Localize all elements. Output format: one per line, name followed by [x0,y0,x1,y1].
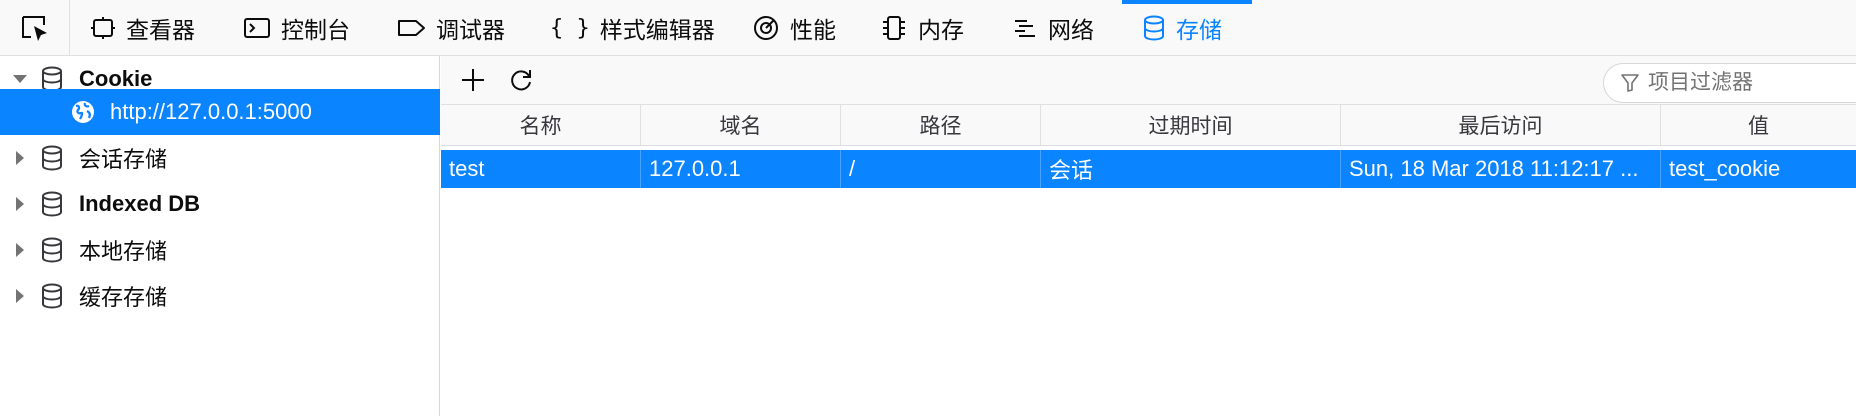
sidebar-item-label: http://127.0.0.1:5000 [110,99,312,124]
tab-style-editor[interactable]: { } 样式编辑器 [550,0,715,56]
column-header-value[interactable]: 值 [1661,105,1856,145]
cell-last-accessed[interactable]: Sun, 18 Mar 2018 11:12:17 ... [1341,150,1661,188]
tab-performance[interactable]: 性能 [752,0,836,56]
tab-inspector[interactable]: 查看器 [90,0,195,56]
sidebar-item-indexed-db[interactable]: Indexed DB [0,181,440,227]
filter-box[interactable] [1603,63,1856,103]
add-item-button[interactable] [455,56,491,104]
tab-label: 调试器 [436,17,505,43]
sidebar-item-origin[interactable]: http://127.0.0.1:5000 [0,89,440,135]
table-row[interactable]: test 127.0.0.1 / 会话 Sun, 18 Mar 2018 11:… [441,150,1856,188]
cell-path[interactable]: / [841,150,1041,188]
storage-sidebar: Cookie http://127.0.0.1:5000 会话存储 Indexe… [0,56,440,416]
tab-label: 存储 [1176,17,1222,43]
column-header-name[interactable]: 名称 [441,105,641,145]
console-icon [244,18,270,38]
table-header: 名称 域名 路径 过期时间 最后访问 值 [441,104,1856,146]
database-icon [40,227,66,273]
devtools-toolbar: 查看器 控制台 调试器 { } 样式编辑器 性能 内存 网络 存储 [0,0,1856,56]
sidebar-item-label: 本地存储 [79,239,168,264]
tab-label: 样式编辑器 [599,17,715,43]
tab-network[interactable]: 网络 [1012,0,1094,56]
tab-label: 内存 [918,17,964,43]
database-icon [40,135,66,181]
element-picker-button[interactable] [0,0,70,56]
filter-icon [1620,73,1640,93]
storage-table-pane: 名称 域名 路径 过期时间 最后访问 值 test 127.0.0.1 / 会话… [441,56,1856,416]
tab-label: 性能 [790,17,836,43]
style-editor-icon: { } [550,15,590,41]
refresh-icon [511,70,531,91]
cell-domain[interactable]: 127.0.0.1 [641,150,841,188]
collapsed-arrow-icon[interactable] [10,135,30,181]
sidebar-item-label: Indexed DB [79,191,201,216]
tab-debugger[interactable]: 调试器 [396,0,505,56]
active-tab-indicator [1122,0,1252,4]
column-header-last-accessed[interactable]: 最后访问 [1341,105,1661,145]
database-icon [40,273,66,319]
tab-label: 控制台 [281,17,350,43]
memory-icon [883,16,905,40]
tab-memory[interactable]: 内存 [880,0,964,56]
collapsed-arrow-icon[interactable] [10,181,30,227]
tab-console[interactable]: 控制台 [243,0,350,56]
tab-storage[interactable]: 存储 [1142,0,1222,56]
collapsed-arrow-icon[interactable] [10,273,30,319]
sidebar-item-session-storage[interactable]: 会话存储 [0,135,440,181]
sidebar-item-label: 会话存储 [79,147,168,172]
globe-icon [70,89,96,135]
cell-expires[interactable]: 会话 [1041,150,1341,188]
sidebar-item-cache-storage[interactable]: 缓存存储 [0,273,440,319]
database-icon [40,181,66,227]
network-icon [1015,20,1035,37]
column-header-domain[interactable]: 域名 [641,105,841,145]
tab-label: 网络 [1048,17,1094,43]
plus-icon [462,69,484,91]
element-picker-icon [21,16,47,41]
tab-label: 查看器 [126,17,195,43]
performance-icon [754,16,778,40]
collapsed-arrow-icon[interactable] [10,227,30,273]
column-header-expires[interactable]: 过期时间 [1041,105,1341,145]
inspector-icon [91,17,115,39]
refresh-button[interactable] [503,56,539,104]
storage-icon [1144,15,1164,41]
table-toolbar [441,56,1856,104]
cell-name[interactable]: test [441,150,641,188]
debugger-icon [398,20,425,36]
sidebar-item-local-storage[interactable]: 本地存储 [0,227,440,273]
filter-input[interactable] [1648,71,1848,95]
cell-value[interactable]: test_cookie [1661,150,1856,188]
sidebar-item-label: 缓存存储 [79,285,168,310]
column-header-path[interactable]: 路径 [841,105,1041,145]
